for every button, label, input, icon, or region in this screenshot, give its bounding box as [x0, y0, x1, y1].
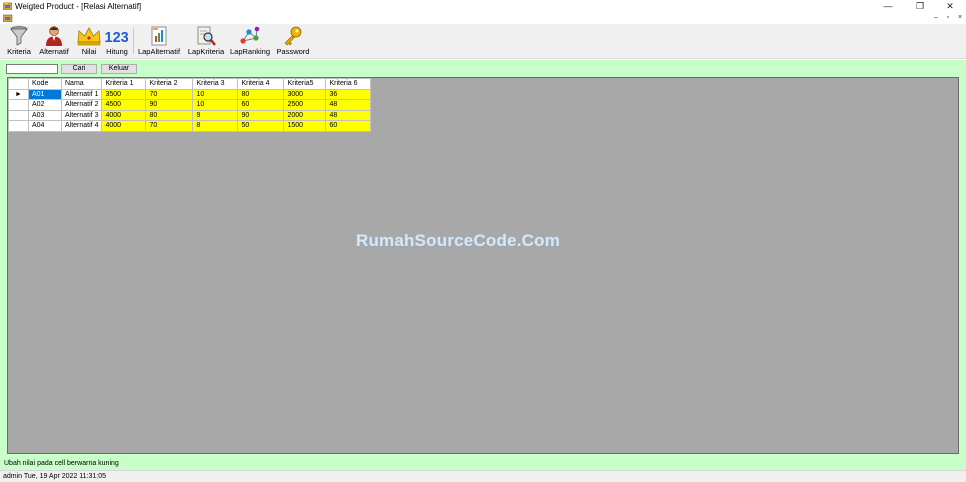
- table-cell-value[interactable]: 8: [192, 120, 239, 132]
- toolbar-separator: [133, 28, 134, 54]
- toolbar-alternatif-button[interactable]: Alternatif: [36, 24, 72, 59]
- window-title: Weigted Product - [Relasi Alternatif]: [15, 2, 142, 11]
- table-cell-kode[interactable]: A02: [28, 99, 62, 111]
- table-cell-value[interactable]: 3000: [283, 88, 327, 100]
- toolbar-lapranking-button[interactable]: LapRanking: [228, 24, 272, 59]
- row-indicator-icon[interactable]: ►: [8, 88, 29, 100]
- search-input[interactable]: [6, 64, 58, 74]
- table-cell-value[interactable]: 80: [145, 109, 194, 121]
- table-cell-value[interactable]: 48: [325, 99, 372, 111]
- table-cell-kode[interactable]: A01: [28, 88, 62, 100]
- row-header-cell[interactable]: [8, 109, 29, 121]
- toolbar-nilai-label: Nilai: [81, 47, 97, 56]
- mdi-minimize-button[interactable]: –: [931, 13, 941, 23]
- toolbar-kriteria-label: Kriteria: [7, 47, 31, 56]
- mdi-restore-button[interactable]: ▫: [943, 13, 953, 23]
- table-cell-value[interactable]: 1500: [283, 120, 327, 132]
- column-header-kriteria-4[interactable]: Kriteria 4: [237, 78, 285, 90]
- table-cell-value[interactable]: 36: [325, 88, 372, 100]
- numbers-123-icon: 123: [105, 30, 129, 46]
- toolbar-alternatif-label: Alternatif: [39, 47, 69, 56]
- table-cell-value[interactable]: 60: [325, 120, 372, 132]
- corner-header-cell: [8, 78, 29, 90]
- table-cell-value[interactable]: 10: [192, 99, 239, 111]
- table-cell-value[interactable]: 90: [145, 99, 194, 111]
- table-cell-value[interactable]: 9: [192, 109, 239, 121]
- toolbar-password-button[interactable]: Password: [275, 24, 311, 59]
- table-cell-nama[interactable]: Alternatif 3: [60, 109, 103, 121]
- table-cell-kode[interactable]: A04: [28, 120, 62, 132]
- title-bar: Weigted Product - [Relasi Alternatif] — …: [0, 0, 966, 13]
- column-header-kriteria-6[interactable]: Kriteria 6: [325, 78, 372, 90]
- table-cell-nama[interactable]: Alternatif 2: [60, 99, 103, 111]
- table-cell-value[interactable]: 90: [237, 109, 285, 121]
- ranking-network-icon: [240, 26, 260, 44]
- table-cell-nama[interactable]: Alternatif 4: [60, 120, 103, 132]
- mdi-bar: – ▫ ×: [0, 13, 966, 24]
- table-row[interactable]: ► A01 Alternatif 1 3500 70 10 80 3000 36: [8, 88, 372, 100]
- table-cell-value[interactable]: 70: [145, 120, 194, 132]
- table-row[interactable]: A02 Alternatif 2 4500 90 10 60 2500 48: [8, 99, 372, 111]
- table-cell-value[interactable]: 3500: [101, 88, 147, 100]
- close-button[interactable]: ✕: [936, 0, 964, 13]
- table-cell-value[interactable]: 4000: [101, 109, 147, 121]
- column-header-kriteria-5[interactable]: Kriteria5: [283, 78, 327, 90]
- table-cell-value[interactable]: 10: [192, 88, 239, 100]
- column-header-kriteria-1[interactable]: Kriteria 1: [101, 78, 147, 90]
- table-cell-value[interactable]: 60: [237, 99, 285, 111]
- toolbar-lapkriteria-label: LapKriteria: [187, 47, 225, 56]
- table-cell-value[interactable]: 4500: [101, 99, 147, 111]
- column-header-nama[interactable]: Nama: [60, 78, 103, 90]
- toolbar-hitung-label: Hitung: [106, 47, 128, 56]
- toolbar-lapkriteria-button[interactable]: LapKriteria: [185, 24, 227, 59]
- table-cell-kode[interactable]: A03: [28, 109, 62, 121]
- row-header-cell[interactable]: [8, 99, 29, 111]
- child-window-icon[interactable]: [3, 14, 13, 22]
- minimize-button[interactable]: —: [874, 0, 902, 13]
- table-cell-value[interactable]: 2500: [283, 99, 327, 111]
- table-cell-value[interactable]: 4000: [101, 120, 147, 132]
- table-cell-value[interactable]: 50: [237, 120, 285, 132]
- status-bar: admin Tue, 19 Apr 2022 11:31:05: [0, 470, 966, 482]
- toolbar-lapalternatif-button[interactable]: LapAlternatif: [135, 24, 183, 59]
- hint-text: Ubah nilai pada cell berwarna kuning: [4, 460, 119, 467]
- toolbar-kriteria-button[interactable]: Kriteria: [4, 24, 34, 59]
- column-header-kode[interactable]: Kode: [28, 78, 62, 90]
- workspace: Cari Keluar Kode Nama Kriteria 1 Kriteri…: [0, 60, 966, 458]
- toolbar: Kriteria Alternatif Nilai 123 Hitung Lap…: [0, 24, 966, 59]
- restore-button[interactable]: ❐: [906, 0, 934, 13]
- toolbar-lapalternatif-label: LapAlternatif: [137, 47, 181, 56]
- report-search-icon: [197, 26, 216, 46]
- table-cell-value[interactable]: 2000: [283, 109, 327, 121]
- keys-icon: [284, 26, 302, 46]
- column-header-kriteria-3[interactable]: Kriteria 3: [192, 78, 239, 90]
- table-cell-nama[interactable]: Alternatif 1: [60, 88, 103, 100]
- data-grid: Kode Nama Kriteria 1 Kriteria 2 Kriteria…: [7, 77, 959, 454]
- toolbar-nilai-button[interactable]: Nilai: [76, 24, 102, 59]
- toolbar-lapranking-label: LapRanking: [229, 47, 271, 56]
- table-row[interactable]: A03 Alternatif 3 4000 80 9 90 2000 48: [8, 109, 372, 121]
- svg-text:123: 123: [105, 30, 129, 46]
- table-cell-value[interactable]: 70: [145, 88, 194, 100]
- relasi-alternatif-table: Kode Nama Kriteria 1 Kriteria 2 Kriteria…: [8, 78, 372, 132]
- keluar-button[interactable]: Keluar: [101, 64, 137, 74]
- toolbar-password-label: Password: [276, 47, 310, 56]
- cari-button[interactable]: Cari: [61, 64, 97, 74]
- app-icon: [3, 2, 12, 10]
- table-header-row: Kode Nama Kriteria 1 Kriteria 2 Kriteria…: [8, 78, 372, 90]
- funnel-icon: [10, 26, 28, 46]
- report-chart-icon: [151, 26, 167, 46]
- toolbar-hitung-button[interactable]: 123 Hitung: [104, 24, 130, 59]
- crown-icon: [77, 27, 101, 46]
- watermark: RumahSourceCode.Com: [356, 231, 561, 250]
- row-header-cell[interactable]: [8, 120, 29, 132]
- table-cell-value[interactable]: 48: [325, 109, 372, 121]
- hint-bar: Ubah nilai pada cell berwarna kuning: [0, 458, 966, 470]
- table-cell-value[interactable]: 80: [237, 88, 285, 100]
- column-header-kriteria-2[interactable]: Kriteria 2: [145, 78, 194, 90]
- person-icon: [46, 26, 62, 46]
- mdi-close-button[interactable]: ×: [955, 13, 965, 23]
- table-row[interactable]: A04 Alternatif 4 4000 70 8 50 1500 60: [8, 120, 372, 132]
- status-text: admin Tue, 19 Apr 2022 11:31:05: [3, 473, 107, 480]
